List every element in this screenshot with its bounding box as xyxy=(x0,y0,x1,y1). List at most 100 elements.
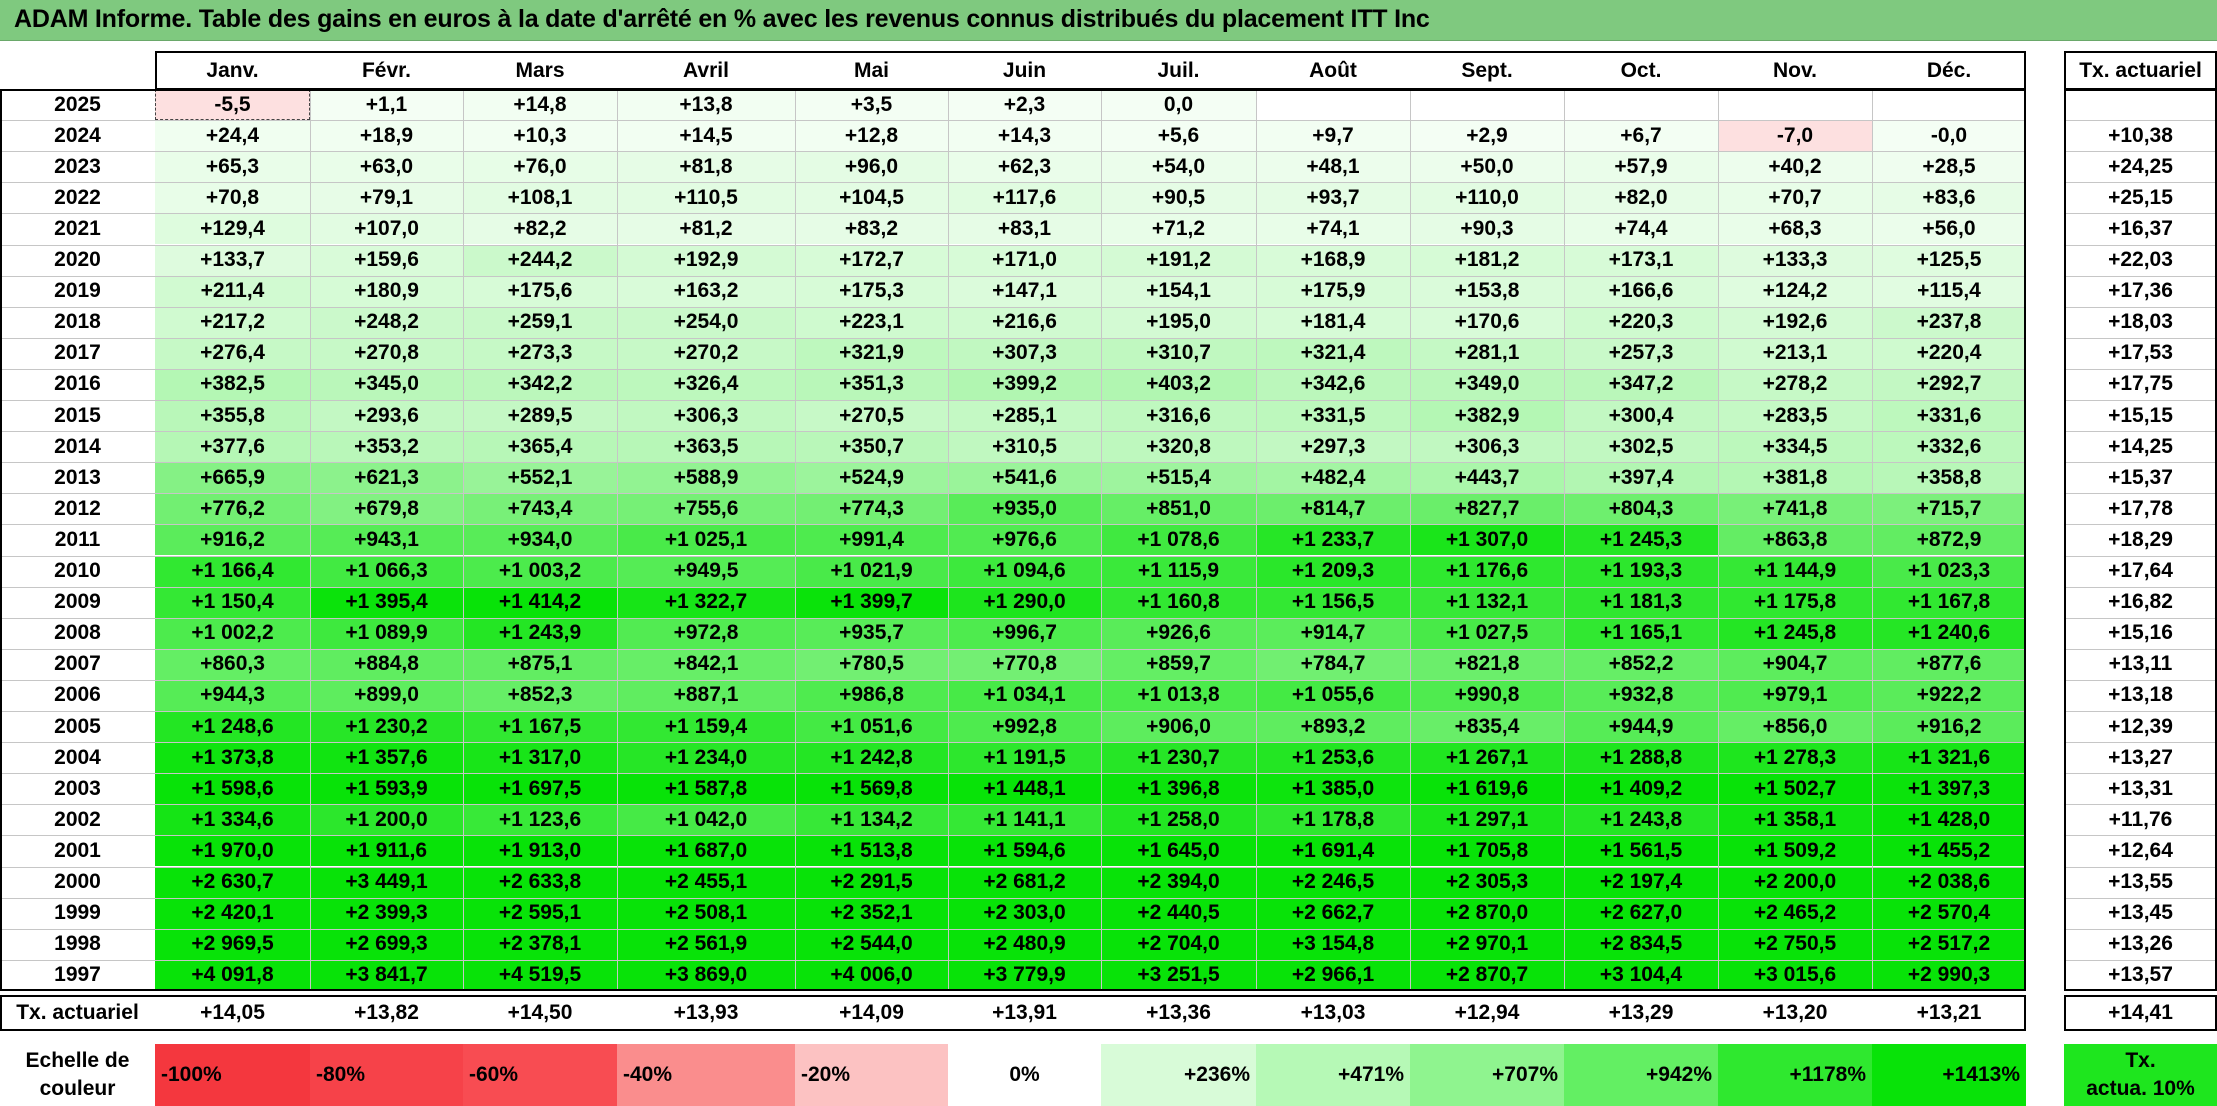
gain-cell: +154,1 xyxy=(1101,275,1256,307)
gain-cell: +944,3 xyxy=(155,679,310,711)
gain-cell: +2 870,7 xyxy=(1410,959,1564,991)
gain-cell: +1 395,4 xyxy=(310,586,463,618)
gain-cell: +1 428,0 xyxy=(1872,804,2026,836)
gain-cell: +14,3 xyxy=(948,120,1101,152)
gain-cell: +1 175,8 xyxy=(1718,586,1872,618)
gain-cell: +220,4 xyxy=(1872,337,2026,369)
gain-cell: +3 869,0 xyxy=(617,959,795,991)
gain-cell: +56,0 xyxy=(1872,213,2026,245)
gain-cell: +399,2 xyxy=(948,368,1101,400)
gain-cell: +2 630,7 xyxy=(155,866,310,898)
gain-cell: +2 750,5 xyxy=(1718,928,1872,960)
gain-cell: +916,2 xyxy=(1872,711,2026,743)
gain-cell: +2 038,6 xyxy=(1872,866,2026,898)
row-divider xyxy=(2064,587,2217,588)
gain-cell: +54,0 xyxy=(1101,151,1256,183)
gain-cell: +90,5 xyxy=(1101,182,1256,214)
gain-cell: +2 420,1 xyxy=(155,897,310,929)
gain-cell: +872,9 xyxy=(1872,524,2026,556)
gain-cell: +1 094,6 xyxy=(948,555,1101,587)
gain-cell: +893,2 xyxy=(1256,711,1410,743)
gain-cell: +115,4 xyxy=(1872,275,2026,307)
month-header: Oct. xyxy=(1620,59,1662,82)
gain-cell: +3 104,4 xyxy=(1564,959,1718,991)
gain-cell xyxy=(1718,89,1872,120)
year-label: 2002 xyxy=(54,807,101,831)
gain-cell: +172,7 xyxy=(795,244,948,276)
gain-cell: +2 246,5 xyxy=(1256,866,1410,898)
column-divider xyxy=(617,89,618,991)
gain-cell: +1 230,7 xyxy=(1101,742,1256,774)
gain-cell: +1 078,6 xyxy=(1101,524,1256,556)
gain-cell: +877,6 xyxy=(1872,648,2026,680)
gain-cell: +147,1 xyxy=(948,275,1101,307)
row-divider xyxy=(0,400,2026,401)
month-header: Févr. xyxy=(361,59,412,82)
rate-cell: +22,03 xyxy=(2108,248,2173,272)
month-header: Juin xyxy=(1002,59,1047,82)
gain-cell: +1 178,8 xyxy=(1256,804,1410,836)
gain-cell: +1 705,8 xyxy=(1410,835,1564,867)
row-divider xyxy=(2064,835,2217,836)
gain-cell: +774,3 xyxy=(795,493,948,525)
gain-cell: +842,1 xyxy=(617,648,795,680)
row-divider xyxy=(0,120,2026,121)
row-divider xyxy=(2064,369,2217,370)
gain-cell: +972,8 xyxy=(617,617,795,649)
gain-cell: +2 970,1 xyxy=(1410,928,1564,960)
gain-cell: +804,3 xyxy=(1564,493,1718,525)
gain-cell: +173,1 xyxy=(1564,244,1718,276)
gain-cell: +1 166,4 xyxy=(155,555,310,587)
rate-cell: +13,11 xyxy=(2108,652,2173,676)
gain-cell: +1 288,8 xyxy=(1564,742,1718,774)
gain-cell: +342,2 xyxy=(463,368,617,400)
gain-cell: +350,7 xyxy=(795,431,948,463)
gain-cell: +259,1 xyxy=(463,306,617,338)
row-divider xyxy=(2064,929,2217,930)
year-label: 2012 xyxy=(54,496,101,520)
gain-cell: +2 394,0 xyxy=(1101,866,1256,898)
gain-cell: +2 870,0 xyxy=(1410,897,1564,929)
gain-cell: +2 440,5 xyxy=(1101,897,1256,929)
gain-cell: +159,6 xyxy=(310,244,463,276)
gain-cell: +2 508,1 xyxy=(617,897,795,929)
gain-cell: +270,8 xyxy=(310,337,463,369)
column-divider xyxy=(1101,89,1102,991)
gain-cell: +175,9 xyxy=(1256,275,1410,307)
gain-cell: +588,9 xyxy=(617,462,795,494)
gain-cell: +65,3 xyxy=(155,151,310,183)
rate-header: Tx. actuariel xyxy=(2079,59,2202,82)
gain-cell: +2 455,1 xyxy=(617,866,795,898)
gain-cell: +4 519,5 xyxy=(463,959,617,991)
gain-cell: +220,3 xyxy=(1564,306,1718,338)
gain-cell: +1 243,9 xyxy=(463,617,617,649)
year-label: 2017 xyxy=(54,341,101,365)
gain-cell: +171,0 xyxy=(948,244,1101,276)
gain-cell: +1 233,7 xyxy=(1256,524,1410,556)
rate-cell: +13,27 xyxy=(2108,745,2173,769)
row-divider xyxy=(0,462,2026,463)
year-label: 2020 xyxy=(54,248,101,272)
gain-cell: +377,6 xyxy=(155,431,310,463)
gain-cell: +1 156,5 xyxy=(1256,586,1410,618)
year-label: 2000 xyxy=(54,870,101,894)
gain-cell: +381,8 xyxy=(1718,462,1872,494)
month-header: Juil. xyxy=(1157,59,1200,82)
gain-cell: +397,4 xyxy=(1564,462,1718,494)
gain-cell: 0,0 xyxy=(1101,89,1256,121)
row-divider xyxy=(0,307,2026,308)
gain-cell: +821,8 xyxy=(1410,648,1564,680)
gain-cell: +482,4 xyxy=(1256,462,1410,494)
report-title: ADAM Informe. Table des gains en euros à… xyxy=(14,5,1430,33)
gain-cell: +1 414,2 xyxy=(463,586,617,618)
year-label: 2009 xyxy=(54,590,101,614)
gain-cell: +281,1 xyxy=(1410,337,1564,369)
month-header: Mars xyxy=(515,59,565,82)
rate-cell: +17,36 xyxy=(2108,279,2173,303)
rate-cell: +10,38 xyxy=(2108,123,2173,147)
rate-cell xyxy=(2064,89,2217,120)
rate-cell: +18,29 xyxy=(2108,527,2173,551)
gain-cell: +1 025,1 xyxy=(617,524,795,556)
rate-cell: +17,75 xyxy=(2108,372,2173,396)
gain-cell xyxy=(1872,89,2026,120)
